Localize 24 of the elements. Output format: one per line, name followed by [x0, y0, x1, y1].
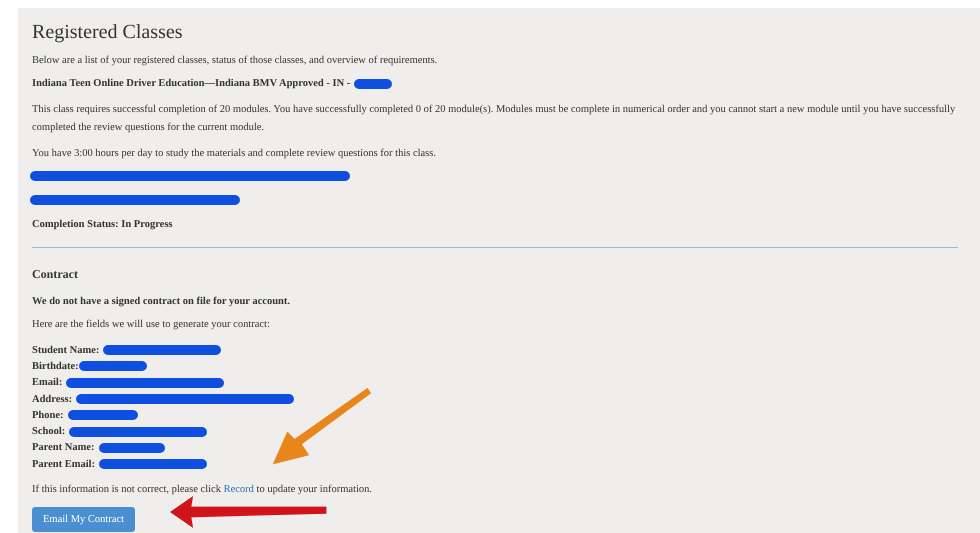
- field-label: School:: [32, 426, 66, 438]
- redaction-mark: [68, 410, 138, 420]
- class-name: Indiana Teen Online Driver Education—Indiana BMV Approved - IN -: [32, 78, 350, 89]
- record-link[interactable]: Record: [224, 484, 254, 496]
- section-heading: Contract: [32, 267, 79, 282]
- redaction-mark: [354, 78, 392, 88]
- field-label: Student Name:: [32, 344, 100, 356]
- page-title: Registered Classes: [32, 21, 184, 44]
- field-label: Email:: [32, 377, 62, 388]
- redaction-mark: [98, 442, 164, 453]
- field-label: Address:: [32, 394, 72, 405]
- redaction-mark: [78, 361, 147, 372]
- update-note: If this information is not correct, please click Record to update your information.: [32, 484, 374, 496]
- contract-notice: We do not have a signed contract on file for your account.: [32, 296, 292, 307]
- field-label: Phone:: [32, 410, 64, 421]
- intro-text: Below are a list of your registered classes, status of those classes, and overview of requirements.: [32, 55, 438, 66]
- field-label: Parent Name:: [32, 442, 94, 454]
- completion-status: Completion Status: In Progress: [32, 219, 174, 230]
- fields-intro: Here are the fields we will use to generate your contract:: [32, 319, 271, 330]
- field-label: Parent Email:: [32, 458, 96, 470]
- email-contract-button[interactable]: Email My Contract: [32, 507, 136, 532]
- hours-text: You have 3:00 hours per day to study the materials and complete review questions for this class.: [32, 148, 437, 159]
- requirements-text: This class requires successful completion of 20 modules. You have successfully completed 0 of 20 module(s). Modules must be complete in numerical order and you cannot start a new module until you have successfully completed the review questions for the current module.: [32, 103, 956, 135]
- field-label: Birthdate:: [32, 360, 79, 372]
